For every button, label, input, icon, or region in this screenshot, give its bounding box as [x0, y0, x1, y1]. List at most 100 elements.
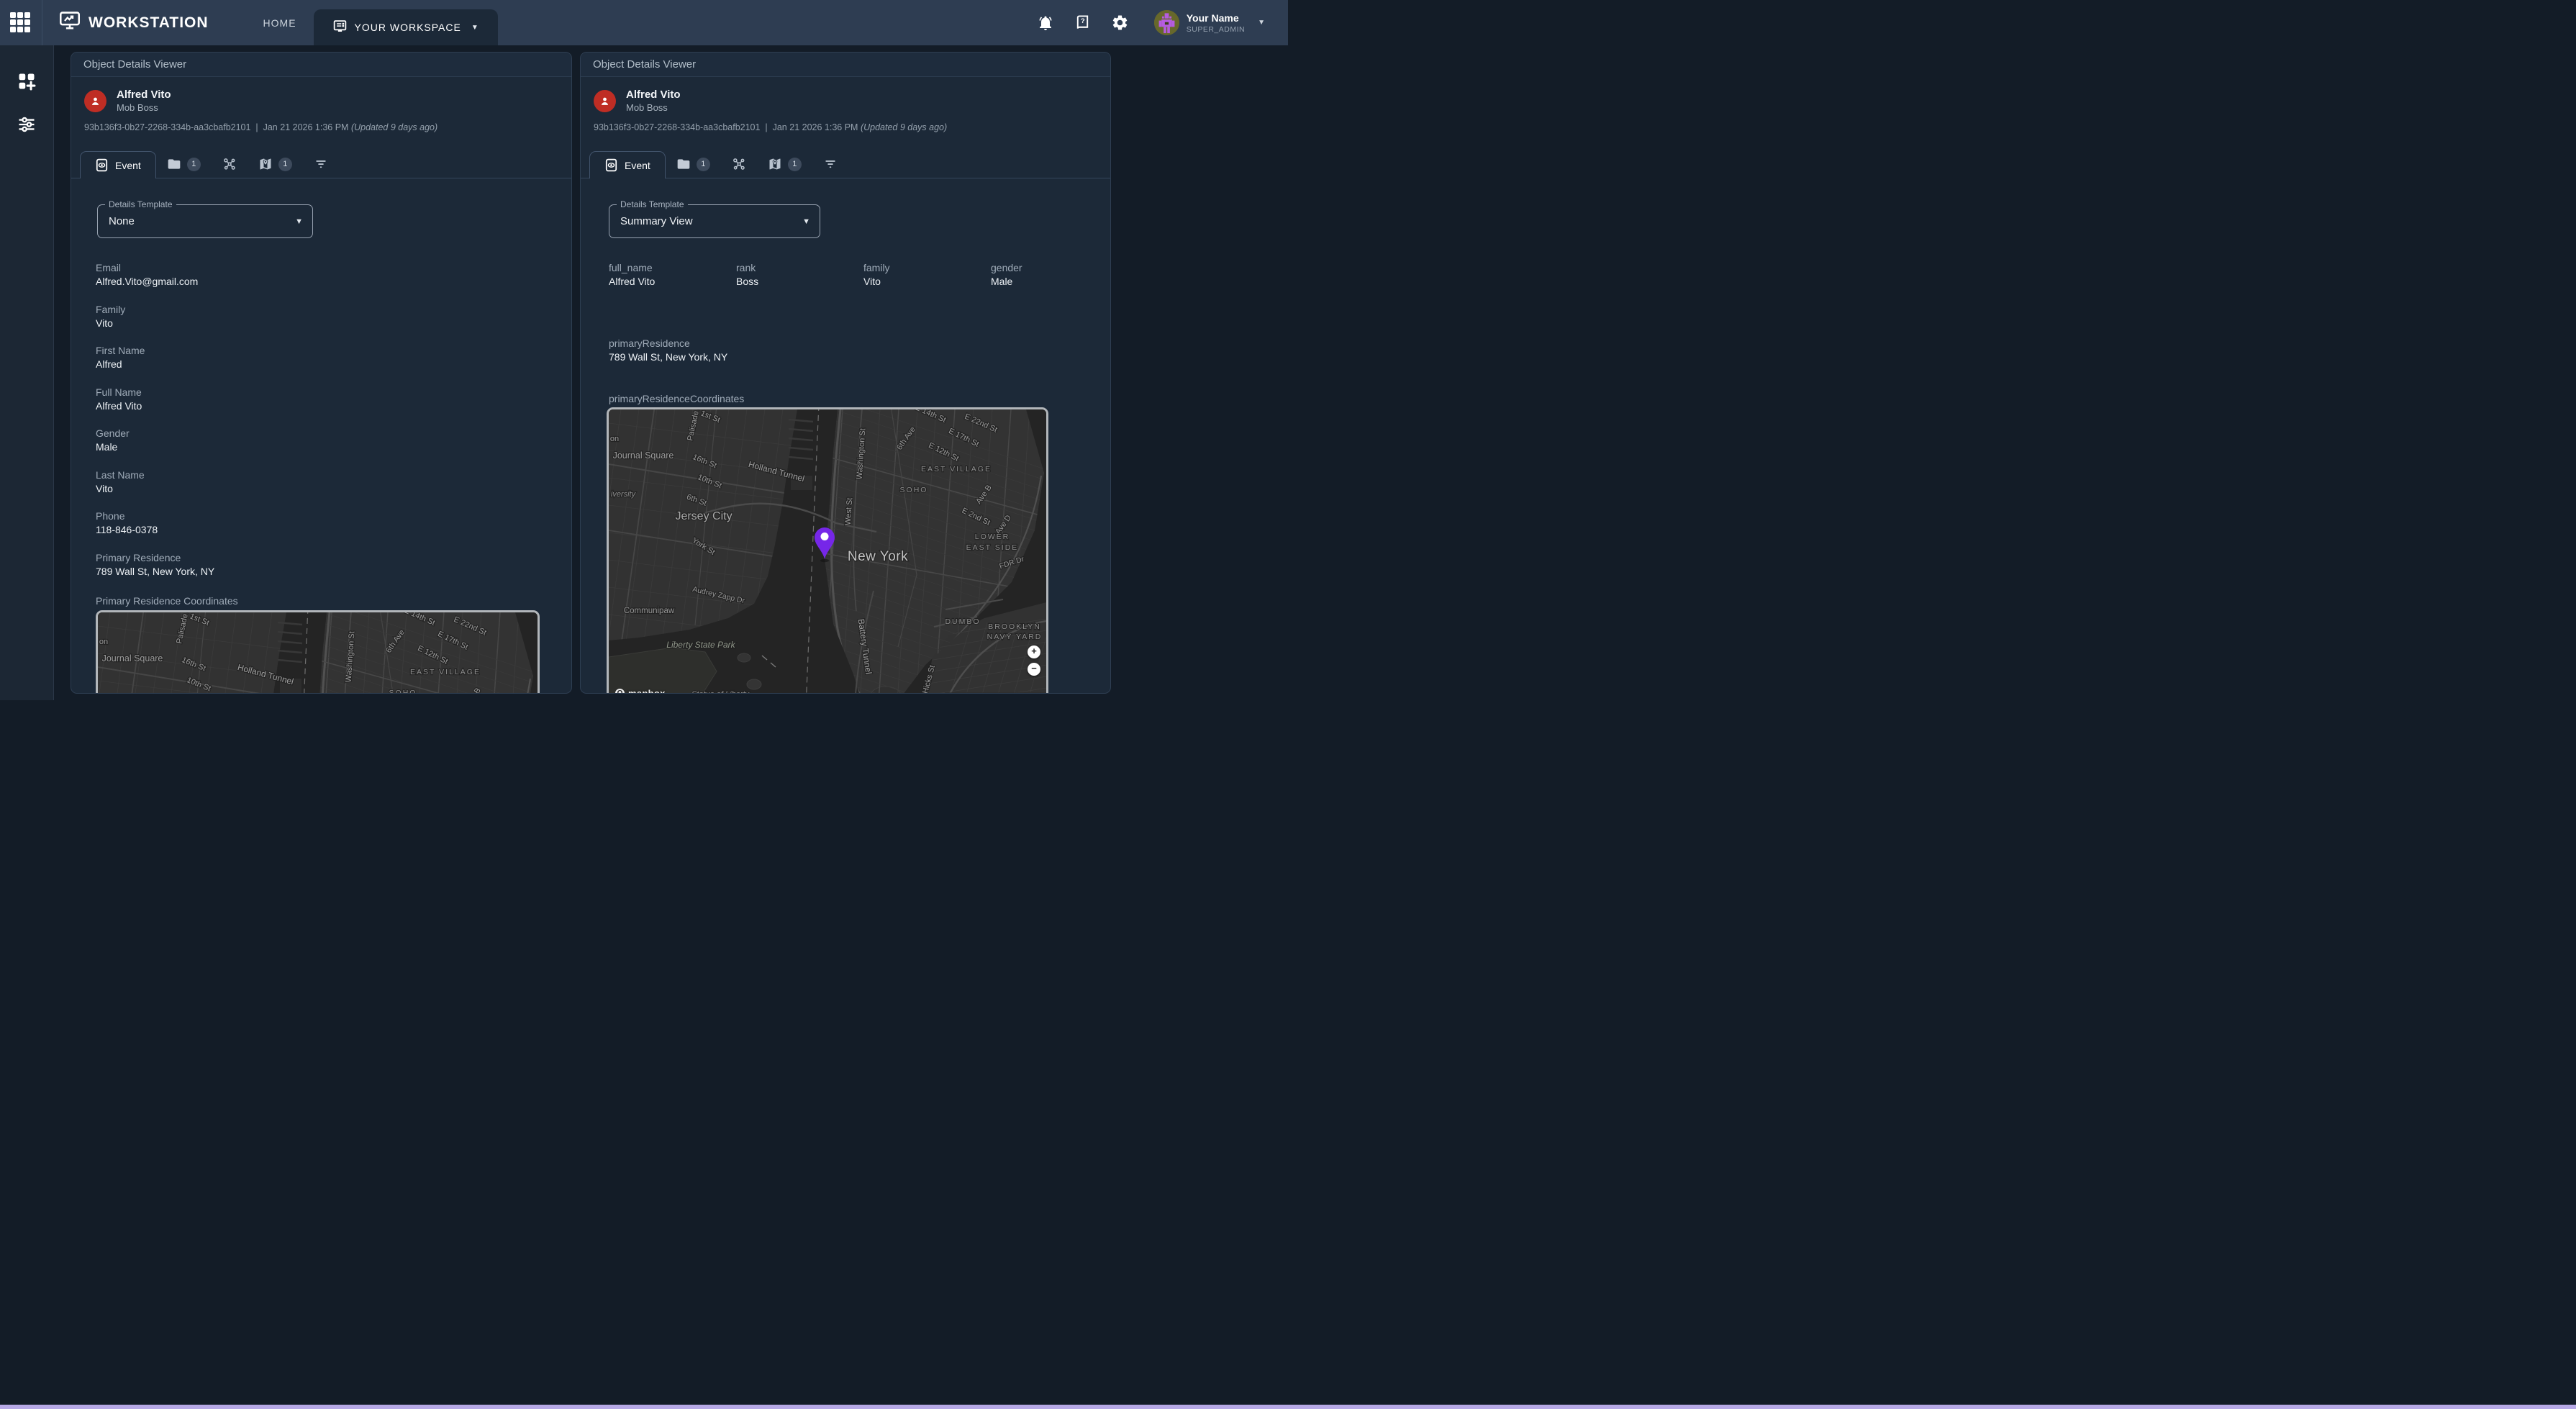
tab-filter[interactable]: [812, 150, 848, 178]
svg-text:EAST VILLAGE: EAST VILLAGE: [921, 465, 992, 474]
map-pin-icon: [768, 157, 782, 171]
tab-graph[interactable]: [721, 150, 757, 178]
tab-map[interactable]: 1: [757, 150, 812, 178]
object-avatar: [84, 90, 106, 112]
svg-text:LOWER: LOWER: [975, 533, 1010, 541]
nav-home[interactable]: HOME: [263, 17, 296, 29]
field-last-name: Last NameVito: [96, 469, 571, 495]
apps-grid-icon[interactable]: [10, 12, 32, 34]
panel-title: Object Details Viewer: [581, 53, 1110, 77]
object-avatar: [594, 90, 616, 112]
chevron-down-icon: ▼: [1258, 19, 1265, 27]
mapbox-logo[interactable]: O mapbox: [615, 688, 666, 694]
details-template-select[interactable]: Details Template Summary View ▼: [609, 204, 820, 238]
tab-folder[interactable]: 1: [666, 150, 721, 178]
select-caret-icon: ▼: [295, 217, 303, 226]
tab-event[interactable]: Event: [80, 151, 156, 178]
user-name: Your Name: [1187, 12, 1245, 24]
folder-icon: [676, 157, 691, 171]
notifications-bell-icon[interactable]: [1036, 14, 1055, 32]
field-phone: Phone118-846-0378: [96, 510, 571, 536]
residence-map-left[interactable]: Palisade Av1st StonJournal Square16th St…: [96, 610, 540, 694]
svg-text:Jersey City: Jersey City: [675, 510, 732, 522]
svg-text:EAST SIDE: EAST SIDE: [966, 543, 1019, 552]
map-attribution[interactable]: © Mapbox © OpenStreetMap: [945, 692, 1046, 694]
object-meta: 93b136f3-0b27-2268-334b-aa3cbafb2101 | J…: [84, 122, 558, 134]
event-card-eye-icon: [95, 158, 109, 172]
summary-field-row: full_nameAlfred VitorankBossfamilyVitoge…: [609, 262, 1110, 304]
main-content: Object Details Viewer Alfred Vito Mob Bo…: [54, 45, 1288, 700]
map-zoom-in-button[interactable]: +: [1028, 645, 1040, 658]
field-list: EmailAlfred.Vito@gmail.comFamilyVitoFirs…: [96, 262, 571, 578]
svg-text:Journal Square: Journal Square: [613, 450, 674, 461]
top-navbar: WORKSTATION HOME YOUR WORKSPACE ▼ ?: [0, 0, 1288, 45]
map-zoom-out-button[interactable]: −: [1028, 663, 1040, 676]
svg-text:NAVY YARD: NAVY YARD: [987, 633, 1043, 641]
event-card-eye-icon: [604, 158, 618, 172]
tab-event[interactable]: Event: [589, 151, 666, 178]
field-full-name: full_nameAlfred Vito: [609, 262, 736, 288]
object-name: Alfred Vito: [626, 89, 681, 101]
map-count-badge: 1: [278, 158, 292, 171]
field-first-name: First NameAlfred: [96, 345, 571, 371]
tab-filter[interactable]: [303, 150, 339, 178]
select-label: Details Template: [617, 199, 688, 209]
user-role: SUPER_ADMIN: [1187, 25, 1245, 34]
settings-gear-icon[interactable]: [1111, 14, 1130, 32]
tab-bar: Event 1: [581, 151, 1110, 178]
tab-bar: Event 1: [71, 151, 571, 178]
bottom-scrollbar[interactable]: [0, 1405, 2576, 1409]
object-role: Mob Boss: [117, 101, 171, 114]
svg-text:SOHO: SOHO: [900, 486, 928, 494]
field-primary-residence-coordinates: primaryResidenceCoordinates: [609, 393, 1110, 405]
select-value: None: [98, 205, 312, 237]
field-gender: genderMale: [991, 262, 1111, 288]
svg-text:on: on: [99, 638, 108, 646]
svg-text:BROOKLYN: BROOKLYN: [988, 622, 1041, 631]
map-pin-icon: [258, 157, 273, 171]
object-meta: 93b136f3-0b27-2268-334b-aa3cbafb2101 | J…: [594, 122, 1097, 134]
residence-map-right[interactable]: Palisade Av1st StonJournal Square16th St…: [607, 407, 1048, 694]
tab-folder[interactable]: 1: [156, 150, 212, 178]
svg-text:?: ?: [1081, 17, 1085, 25]
select-value: Summary View: [609, 205, 820, 237]
svg-text:New York: New York: [848, 549, 908, 564]
svg-text:Liberty State Park: Liberty State Park: [666, 640, 735, 650]
object-details-panel-left: Object Details Viewer Alfred Vito Mob Bo…: [71, 52, 572, 694]
svg-text:Communipaw: Communipaw: [624, 607, 675, 615]
field-full-name: Full NameAlfred Vito: [96, 386, 571, 412]
field-primary-residence-coordinates: Primary Residence Coordinates: [96, 595, 571, 607]
object-name: Alfred Vito: [117, 89, 171, 101]
nav-workspace-tab[interactable]: YOUR WORKSPACE ▼: [314, 9, 498, 45]
network-graph-icon: [222, 157, 237, 171]
help-book-icon[interactable]: ?: [1074, 14, 1092, 32]
field-email: EmailAlfred.Vito@gmail.com: [96, 262, 571, 288]
avatar: [1154, 10, 1179, 35]
widgets-icon[interactable]: [17, 71, 37, 91]
map-canvas: Palisade Av1st StonJournal Square16th St…: [609, 409, 1046, 694]
panel-title: Object Details Viewer: [71, 53, 571, 77]
tune-sliders-icon[interactable]: [17, 114, 37, 135]
details-template-select[interactable]: Details Template None ▼: [97, 204, 313, 238]
filter-list-icon: [823, 157, 838, 171]
map-canvas: Palisade Av1st StonJournal Square16th St…: [98, 612, 535, 694]
svg-text:on: on: [610, 435, 619, 443]
folder-count-badge: 1: [187, 158, 201, 171]
brand: WORKSTATION: [58, 11, 209, 35]
select-label: Details Template: [105, 199, 176, 209]
field-gender: GenderMale: [96, 427, 571, 453]
user-menu[interactable]: Your Name SUPER_ADMIN ▼: [1154, 10, 1265, 35]
svg-text:iversity: iversity: [100, 693, 126, 694]
svg-text:SOHO: SOHO: [389, 689, 417, 694]
object-details-panel-right: Object Details Viewer Alfred Vito Mob Bo…: [580, 52, 1111, 694]
tab-map[interactable]: 1: [248, 150, 303, 178]
mapbox-logo-icon: O: [615, 689, 625, 694]
svg-text:DUMBO: DUMBO: [945, 617, 980, 626]
tab-graph[interactable]: [212, 150, 248, 178]
workstation-logo-icon: [58, 11, 81, 35]
svg-text:iversity: iversity: [611, 490, 637, 499]
svg-text:Statue of Liberty: Statue of Liberty: [691, 690, 750, 694]
folder-count-badge: 1: [697, 158, 710, 171]
field-primary-residence: primaryResidence 789 Wall St, New York, …: [609, 337, 1110, 363]
network-graph-icon: [732, 157, 746, 171]
